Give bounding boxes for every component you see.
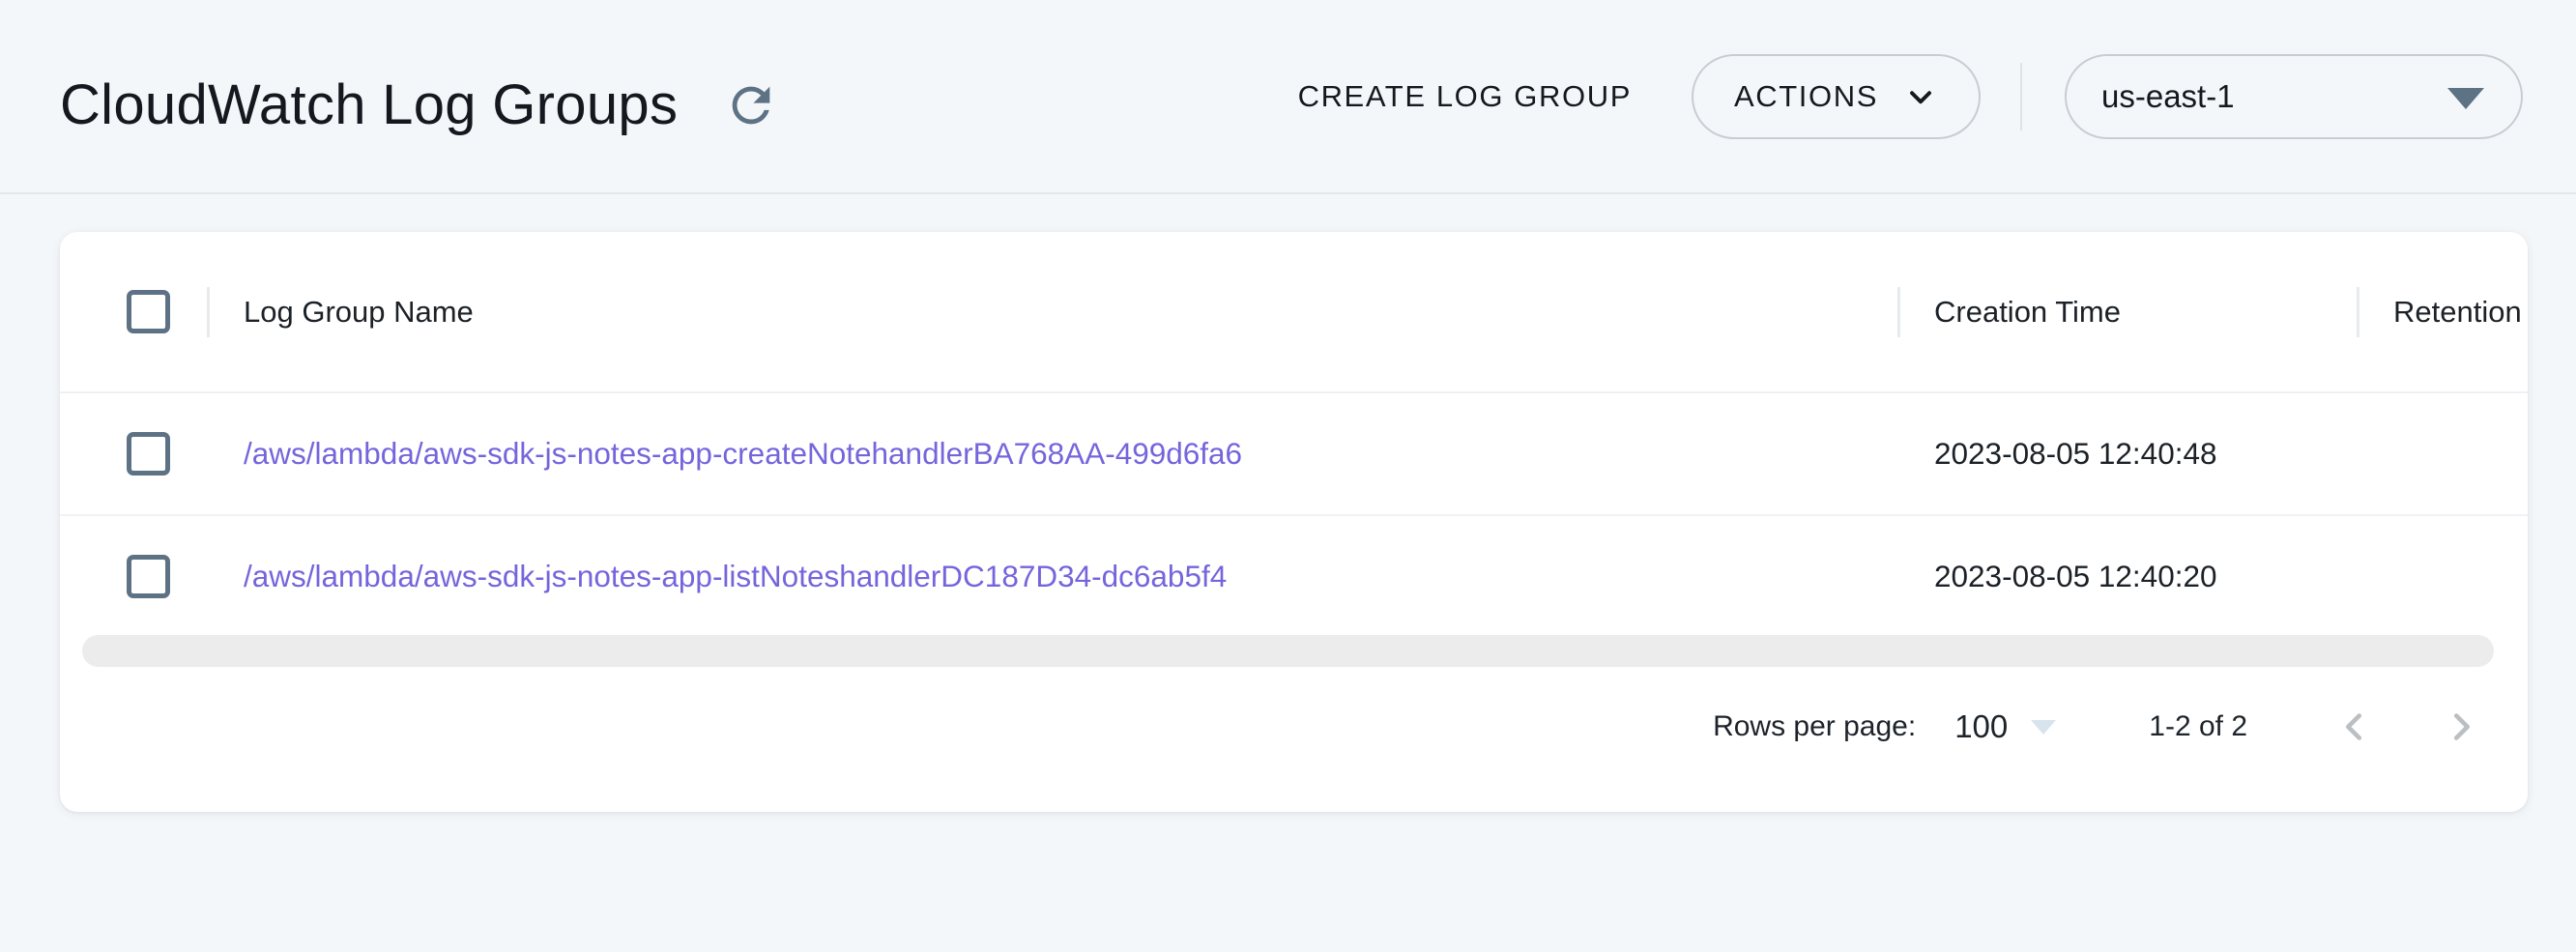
- column-divider: [207, 287, 210, 337]
- previous-page-button[interactable]: [2332, 705, 2377, 749]
- refresh-icon: [723, 77, 779, 133]
- column-header-log-group-name: Log Group Name: [207, 232, 1897, 391]
- header-checkbox-cell: [60, 290, 207, 333]
- table-row: /aws/lambda/aws-sdk-js-notes-app-listNot…: [60, 516, 2528, 637]
- region-select-value: us-east-1: [2101, 78, 2235, 115]
- table-header-row: Log Group Name Creation Time Retention: [60, 232, 2528, 393]
- chevron-down-icon: [1903, 79, 1938, 114]
- pagination-range-label: 1-2 of 2: [2149, 710, 2247, 743]
- column-label: Retention: [2393, 295, 2522, 330]
- rows-per-page-caret-icon: [2031, 720, 2056, 735]
- actions-button-label: ACTIONS: [1734, 79, 1878, 114]
- next-page-button[interactable]: [2439, 705, 2483, 749]
- actions-button[interactable]: ACTIONS: [1692, 54, 1981, 139]
- pagination-bar: Rows per page: 100 1-2 of 2: [1713, 696, 2483, 758]
- log-group-link[interactable]: /aws/lambda/aws-sdk-js-notes-app-createN…: [244, 436, 1242, 471]
- page-title: CloudWatch Log Groups: [60, 60, 678, 133]
- rows-per-page-label: Rows per page:: [1713, 710, 1916, 743]
- refresh-button[interactable]: [722, 76, 780, 134]
- region-select[interactable]: us-east-1: [2065, 54, 2523, 139]
- chevron-left-icon: [2332, 705, 2377, 749]
- select-caret-icon: [2447, 88, 2484, 109]
- row-checkbox[interactable]: [127, 555, 170, 598]
- creation-time-cell: 2023-08-05 12:40:20: [1897, 559, 2357, 594]
- row-checkbox-cell: [60, 555, 207, 598]
- header-divider: [2020, 63, 2022, 130]
- log-group-name-cell: /aws/lambda/aws-sdk-js-notes-app-createN…: [207, 436, 1897, 472]
- horizontal-scrollbar-thumb[interactable]: [82, 635, 2494, 667]
- table-row: /aws/lambda/aws-sdk-js-notes-app-createN…: [60, 393, 2528, 516]
- column-header-retention: Retention: [2357, 232, 2528, 391]
- select-all-checkbox[interactable]: [127, 290, 170, 333]
- row-checkbox-cell: [60, 432, 207, 476]
- log-group-name-cell: /aws/lambda/aws-sdk-js-notes-app-listNot…: [207, 559, 1897, 594]
- column-header-creation-time: Creation Time: [1897, 232, 2357, 391]
- log-groups-card: Log Group Name Creation Time Retention /…: [60, 232, 2528, 812]
- creation-time-cell: 2023-08-05 12:40:48: [1897, 436, 2357, 472]
- column-label: Log Group Name: [244, 295, 474, 330]
- header-actions-group: CREATE LOG GROUP ACTIONS us-east-1: [1269, 54, 2523, 139]
- column-divider: [2357, 287, 2359, 337]
- column-divider: [1897, 287, 1900, 337]
- app-header: CloudWatch Log Groups CREATE LOG GROUP A…: [0, 0, 2576, 194]
- log-group-link[interactable]: /aws/lambda/aws-sdk-js-notes-app-listNot…: [244, 559, 1227, 593]
- rows-per-page-select[interactable]: 100: [1954, 708, 2056, 745]
- chevron-right-icon: [2439, 705, 2483, 749]
- row-checkbox[interactable]: [127, 432, 170, 476]
- column-label: Creation Time: [1934, 295, 2121, 330]
- rows-per-page-value: 100: [1954, 708, 2008, 745]
- create-log-group-button[interactable]: CREATE LOG GROUP: [1269, 58, 1661, 135]
